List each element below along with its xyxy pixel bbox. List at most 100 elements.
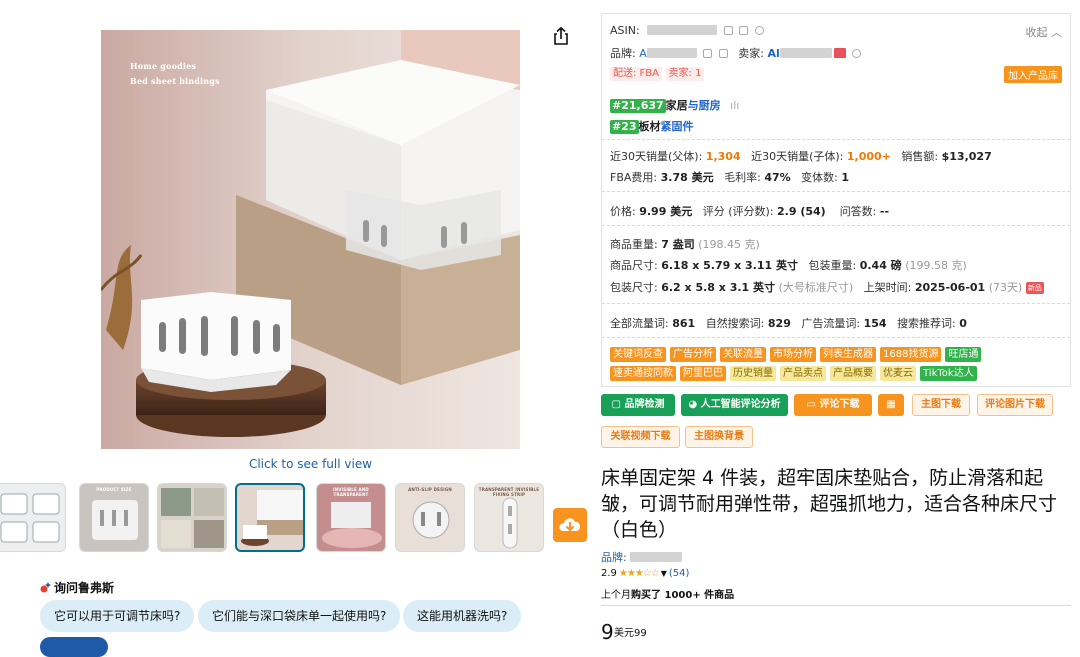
- copy-icon[interactable]: [723, 26, 733, 35]
- thumbnail[interactable]: TRANSPARENT INVISIBLE FIXING STRIP: [474, 483, 544, 552]
- price-currency: 美元: [614, 628, 634, 639]
- image-caption-line1: Home goodies: [130, 61, 197, 71]
- share-icon[interactable]: [551, 26, 571, 46]
- location-icon[interactable]: [754, 26, 764, 35]
- tool-ad-analysis[interactable]: 广告分析: [670, 347, 716, 362]
- rank-row-2: #23 板材紧固件: [610, 118, 694, 134]
- rating-count-link[interactable]: (54): [669, 568, 690, 579]
- new-badge: 新品: [1025, 282, 1044, 294]
- asin-row: ASIN:: [610, 24, 764, 37]
- all-keywords-label: 全部流量词:: [610, 317, 669, 330]
- rufus-question-chip[interactable]: 它们能与深口袋床单一起使用吗?: [198, 600, 401, 632]
- bought-prefix: 上个月: [601, 590, 631, 601]
- cloud-download-button[interactable]: [553, 508, 587, 542]
- thumbnail[interactable]: PRODUCT SIZE: [79, 483, 149, 552]
- variants-label: 变体数:: [801, 171, 838, 184]
- tool-youmaiyun[interactable]: 优麦云: [880, 366, 916, 381]
- tool-tiktok-creators[interactable]: TikTok达人: [920, 366, 977, 381]
- review-download-button[interactable]: ▭ 评论下载: [794, 394, 872, 416]
- price-value: 9.99 美元: [639, 205, 693, 218]
- copy-icon[interactable]: [703, 49, 713, 58]
- asin-redacted: [647, 25, 718, 35]
- location-icon[interactable]: [852, 49, 862, 58]
- brand-line-label: 品牌:: [601, 551, 627, 564]
- main-image-download-button[interactable]: 主图下载: [912, 394, 970, 416]
- seller-count-tag: 卖家: 1: [665, 67, 705, 81]
- seller-redacted: [779, 48, 832, 58]
- tool-wangdiantong[interactable]: 旺店通: [945, 347, 982, 362]
- copy-icon[interactable]: [739, 26, 749, 35]
- thumbnail[interactable]: [157, 483, 227, 552]
- brand-check-label: 品牌检测: [624, 399, 665, 410]
- seller-tool-panel: ASIN: 收起 ︿ 品牌: A 卖家: Al 配送: FBA 卖家: 1 加入…: [601, 13, 1071, 387]
- add-to-library-button[interactable]: 加入产品库: [1004, 66, 1062, 83]
- sales-child-value: 1,000+: [846, 150, 891, 163]
- thumbnail[interactable]: INVISIBLE AND TRANSPARENT: [316, 483, 386, 552]
- brand-redacted: [646, 48, 697, 58]
- weight-value: 7 盎司: [661, 238, 695, 251]
- tool-related-traffic[interactable]: 关联流量: [720, 347, 766, 362]
- bar-chart-icon[interactable]: ılı: [730, 99, 739, 112]
- sales-parent-label: 近30天销量(父体):: [610, 150, 703, 163]
- price-fraction: 美元99: [614, 624, 647, 639]
- calculator-icon[interactable]: ▦: [878, 394, 904, 416]
- review-image-download-button[interactable]: 评论图片下载: [977, 394, 1053, 416]
- tool-product-summary[interactable]: 产品概要: [830, 366, 876, 381]
- tool-1688-source[interactable]: 1688找货源: [880, 347, 942, 362]
- fba-value: 3.78 美元: [660, 171, 714, 184]
- change-background-button[interactable]: 主图换背景: [685, 426, 753, 448]
- qa-label: 问答数:: [839, 205, 877, 218]
- star-rating-icon[interactable]: ★★★☆☆: [619, 568, 660, 579]
- rufus-ask-button[interactable]: [40, 637, 108, 657]
- sales-parent-value: 1,304: [705, 150, 741, 163]
- organic-value: 829: [767, 317, 791, 330]
- chevron-down-icon[interactable]: ▼: [661, 569, 667, 578]
- rufus-question-chip[interactable]: 这能用机器洗吗?: [403, 600, 522, 632]
- rank-badge: #21,637: [610, 99, 666, 113]
- brand-link[interactable]: A: [639, 47, 647, 60]
- tool-row-2: 速卖通搜同款 阿里巴巴 历史销量 产品卖点 产品概要 优麦云 TikTok达人: [610, 366, 977, 381]
- rank-category-link[interactable]: 与厨房: [688, 99, 721, 112]
- tool-history-sales[interactable]: 历史销量: [730, 366, 776, 381]
- fba-row: FBA费用: 3.78 美元 毛利率: 47% 变体数: 1: [610, 169, 849, 185]
- dims-row: 商品尺寸: 6.18 x 5.79 x 3.11 英寸 包装重量: 0.44 磅…: [610, 257, 967, 273]
- thumbnail-caption: ANTI-SLIP DESIGN: [408, 487, 452, 492]
- pkg-dims-row: 包装尺寸: 6.2 x 5.8 x 3.1 英寸 (大号标准尺寸) 上架时间: …: [610, 279, 1044, 295]
- thumbnail-caption: PRODUCT SIZE: [96, 487, 132, 492]
- sales-row: 近30天销量(父体): 1,304 近30天销量(子体): 1,000+ 销售额…: [610, 148, 992, 164]
- brand-check-button[interactable]: ▢ 品牌检测: [601, 394, 675, 416]
- thumbnail[interactable]: [0, 483, 66, 552]
- tool-market-analysis[interactable]: 市场分析: [770, 347, 816, 362]
- rating-line[interactable]: 2.9 ★★★☆☆ ▼ (54): [601, 568, 689, 579]
- related-video-download-button[interactable]: 关联视频下载: [601, 426, 680, 448]
- ai-review-analysis-button[interactable]: ◕ 人工智能评论分析: [681, 394, 788, 416]
- revenue-value: $13,027: [941, 150, 992, 163]
- thumbnail-active[interactable]: [235, 483, 305, 552]
- pkg-weight-label: 包装重量:: [808, 259, 857, 272]
- rank-category-link[interactable]: 紧固件: [661, 120, 694, 133]
- collapse-toggle[interactable]: 收起 ︿: [1026, 24, 1063, 40]
- thumbnail[interactable]: ANTI-SLIP DESIGN: [395, 483, 465, 552]
- click-full-view-link[interactable]: Click to see full view: [101, 457, 520, 471]
- ad-keywords-value: 154: [863, 317, 887, 330]
- cloud-download-icon: [559, 518, 581, 532]
- thumbnail-caption: TRANSPARENT INVISIBLE FIXING STRIP: [478, 487, 540, 497]
- tool-aliexpress-search[interactable]: 速卖通搜同款: [610, 366, 676, 381]
- rank-category: 板材: [638, 120, 661, 133]
- tags-row: 配送: FBA 卖家: 1: [610, 66, 705, 81]
- brand-line[interactable]: 品牌:: [601, 549, 683, 565]
- external-link-icon[interactable]: [718, 49, 728, 58]
- tool-keyword-reverse[interactable]: 关键词反查: [610, 347, 666, 362]
- rank-row-1: #21,637 家居与厨房 ılı: [610, 97, 739, 113]
- tool-alibaba[interactable]: 阿里巴巴: [680, 366, 726, 381]
- rating-value: 2.9 (54): [777, 205, 826, 218]
- pkg-weight-grams: (199.58 克): [905, 259, 967, 272]
- main-product-image[interactable]: Home goodies Bed sheet bindings: [101, 30, 520, 449]
- rufus-question-chip[interactable]: 它可以用于可调节床吗?: [40, 600, 195, 632]
- tool-listing-generator[interactable]: 列表生成器: [820, 347, 876, 362]
- seller-link[interactable]: Al: [767, 47, 779, 60]
- tool-selling-points[interactable]: 产品卖点: [780, 366, 826, 381]
- thumbnail-caption: INVISIBLE AND TRANSPARENT: [333, 487, 369, 497]
- price-cents: 99: [634, 628, 647, 639]
- weight-row: 商品重量: 7 盎司 (198.45 克): [610, 236, 760, 252]
